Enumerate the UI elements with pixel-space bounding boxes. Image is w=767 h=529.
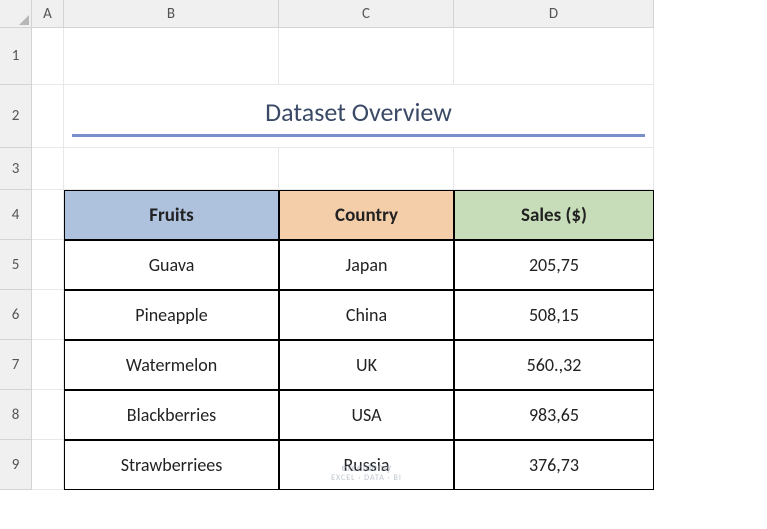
- table-cell-sales[interactable]: 560.,32: [454, 340, 654, 390]
- cell-a3[interactable]: [32, 148, 64, 190]
- table-cell-fruit[interactable]: Watermelon: [64, 340, 279, 390]
- table-cell-sales[interactable]: 983,65: [454, 390, 654, 440]
- table-cell-country[interactable]: UK: [279, 340, 454, 390]
- row-head-8[interactable]: 8: [0, 390, 32, 440]
- cell-d3[interactable]: [454, 148, 654, 190]
- table-cell-fruit[interactable]: Strawberriees: [64, 440, 279, 490]
- cell-b3[interactable]: [64, 148, 279, 190]
- row-head-7[interactable]: 7: [0, 340, 32, 390]
- cell-a6[interactable]: [32, 290, 64, 340]
- cell-a2[interactable]: [32, 85, 64, 148]
- row-head-2[interactable]: 2: [0, 85, 32, 148]
- cell-a1[interactable]: [32, 28, 64, 85]
- table-cell-fruit[interactable]: Guava: [64, 240, 279, 290]
- cell-c3[interactable]: [279, 148, 454, 190]
- table-cell-sales[interactable]: 508,15: [454, 290, 654, 340]
- row-head-1[interactable]: 1: [0, 28, 32, 85]
- row-head-5[interactable]: 5: [0, 240, 32, 290]
- cell-a8[interactable]: [32, 390, 64, 440]
- header-fruits[interactable]: Fruits: [64, 190, 279, 240]
- cell-a7[interactable]: [32, 340, 64, 390]
- row-head-3[interactable]: 3: [0, 148, 32, 190]
- table-cell-country[interactable]: Russia exceldemy EXCEL · DATA · BI: [279, 440, 454, 490]
- cell-a5[interactable]: [32, 240, 64, 290]
- cell-b1[interactable]: [64, 28, 279, 85]
- col-head-a[interactable]: A: [32, 0, 64, 28]
- row-head-6[interactable]: 6: [0, 290, 32, 340]
- table-cell-country[interactable]: USA: [279, 390, 454, 440]
- header-country[interactable]: Country: [279, 190, 454, 240]
- table-cell-fruit[interactable]: Pineapple: [64, 290, 279, 340]
- page-title: Dataset Overview: [72, 96, 645, 137]
- table-cell-sales[interactable]: 205,75: [454, 240, 654, 290]
- cell-d1[interactable]: [454, 28, 654, 85]
- cell-c1[interactable]: [279, 28, 454, 85]
- col-head-c[interactable]: C: [279, 0, 454, 28]
- cell-a9[interactable]: [32, 440, 64, 490]
- table-cell-sales[interactable]: 376,73: [454, 440, 654, 490]
- title-cell[interactable]: Dataset Overview: [64, 85, 654, 148]
- spreadsheet-grid: A B C D 1 2 Dataset Overview 3 4 Fruits …: [0, 0, 767, 490]
- row-head-9[interactable]: 9: [0, 440, 32, 490]
- table-cell-country[interactable]: Japan: [279, 240, 454, 290]
- table-cell-fruit[interactable]: Blackberries: [64, 390, 279, 440]
- col-head-b[interactable]: B: [64, 0, 279, 28]
- row-head-4[interactable]: 4: [0, 190, 32, 240]
- header-sales[interactable]: Sales ($): [454, 190, 654, 240]
- select-all-corner[interactable]: [0, 0, 32, 28]
- col-head-d[interactable]: D: [454, 0, 654, 28]
- table-cell-country[interactable]: China: [279, 290, 454, 340]
- table-cell-country-text: Russia: [343, 454, 389, 476]
- cell-a4[interactable]: [32, 190, 64, 240]
